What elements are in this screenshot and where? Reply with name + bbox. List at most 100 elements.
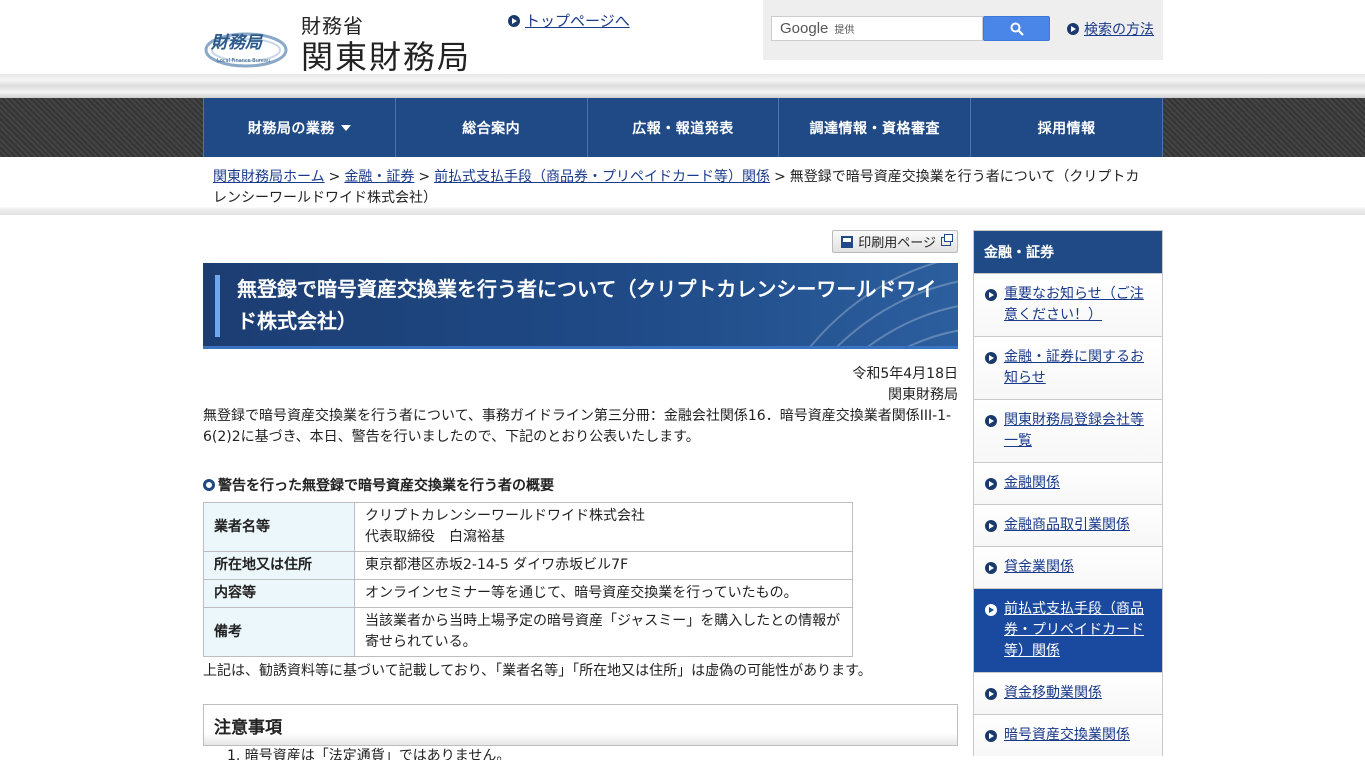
breadcrumb-finance[interactable]: 金融・証券: [344, 169, 414, 185]
provided-label: 提供: [834, 25, 855, 36]
table-header-cell: 内容等: [203, 579, 355, 608]
search-icon: [1010, 22, 1024, 36]
search-help-label[interactable]: 検索の方法: [1084, 19, 1154, 39]
breadcrumb-separator: >: [418, 169, 431, 185]
sidebar-item-crypto-exchange[interactable]: 暗号資産交換業関係: [974, 714, 1162, 756]
table-row: 所在地又は住所 東京都港区赤坂2-14-5 ダイワ赤坂ビル7F: [203, 551, 853, 580]
table-header-cell: 業者名等: [203, 502, 355, 552]
search-input[interactable]: Google 提供: [771, 16, 983, 41]
print-page-label: 印刷用ページ: [858, 236, 936, 251]
sidebar-item-fund-transfer[interactable]: 資金移動業関係: [974, 672, 1162, 714]
top-page-link[interactable]: トップページへ: [508, 10, 630, 31]
arrow-circle-icon: [508, 14, 520, 27]
site-header: 財務局 Local Finance Bureau 財務省 関東財務局 トップペー…: [0, 0, 1365, 98]
nav-item-procurement[interactable]: 調達情報・資格審査: [778, 98, 970, 157]
search-help-link[interactable]: 検索の方法: [1067, 19, 1154, 39]
sidebar-item-label[interactable]: 金融商品取引業関係: [1004, 517, 1130, 533]
chevron-down-icon: [340, 124, 351, 131]
table-row: 備考 当該業者から当時上場予定の暗号資産「ジャスミー」を購入したとの情報が寄せら…: [203, 607, 853, 657]
nav-item-recruitment[interactable]: 採用情報: [970, 98, 1163, 157]
arrow-circle-icon: [985, 478, 997, 490]
section-heading-text: 警告を行った無登録で暗号資産交換業を行う者の概要: [218, 478, 554, 494]
sidebar-item-label[interactable]: 関東財務局登録会社等一覧: [1004, 412, 1144, 449]
table-cell: 東京都港区赤坂2-14-5 ダイワ赤坂ビル7F: [354, 551, 853, 580]
arrow-circle-icon: [985, 289, 997, 301]
sidebar-item-prepaid[interactable]: 前払式支払手段（商品券・プリペイドカード等）関係: [974, 588, 1162, 672]
arrow-circle-icon: [985, 562, 997, 574]
page-title: 無登録で暗号資産交換業を行う者について（クリプトカレンシーワールドワイド株式会社…: [237, 277, 937, 333]
bureau-emblem-icon: 財務局 Local Finance Bureau: [204, 32, 288, 68]
page-title-box: 無登録で暗号資産交換業を行う者について（クリプトカレンシーワールドワイド株式会社…: [203, 263, 958, 349]
nav-item-general-info[interactable]: 総合案内: [394, 98, 587, 157]
intro-text: 無登録で暗号資産交換業を行う者について、事務ガイドライン第三分冊：金融会社関係1…: [203, 408, 952, 445]
arrow-circle-icon: [985, 520, 997, 532]
title-accent-bar: [215, 275, 220, 337]
sidebar-item-finance-news[interactable]: 金融・証券に関するお知らせ: [974, 336, 1162, 399]
sidebar-item-label[interactable]: 貸金業関係: [1004, 559, 1074, 575]
sidebar-item-label[interactable]: 前払式支払手段（商品券・プリペイドカード等）関係: [1004, 601, 1144, 659]
nav-item-label: 総合案内: [462, 120, 521, 137]
site-logo[interactable]: 財務局 Local Finance Bureau 財務省 関東財務局: [203, 10, 493, 76]
operator-summary-table: 業者名等 クリプトカレンシーワールドワイド株式会社 代表取締役 白瀉裕基 所在地…: [203, 502, 853, 657]
arrow-circle-icon: [985, 688, 997, 700]
sidebar-item-label[interactable]: 資金移動業関係: [1004, 685, 1102, 701]
arrow-circle-icon: [985, 604, 997, 616]
sidebar-item-registered-companies[interactable]: 関東財務局登録会社等一覧: [974, 399, 1162, 462]
nav-item-bureau-business[interactable]: 財務局の業務: [203, 98, 395, 157]
emblem-subtext: Local Finance Bureau: [217, 58, 270, 64]
cell-line: 代表取締役 白瀉裕基: [365, 529, 505, 545]
bullet-ring-icon: [203, 479, 215, 491]
sidebar-item-fiba[interactable]: 金融商品取引業関係: [974, 504, 1162, 546]
arrow-circle-icon: [985, 352, 997, 364]
table-note: 上記は、勧誘資料等に基づいて記載しており、「業者名等」「所在地又は住所」は虚偽の…: [203, 663, 872, 679]
issue-date: 令和5年4月18日: [852, 366, 958, 382]
breadcrumb-home[interactable]: 関東財務局ホーム: [213, 169, 325, 185]
search-area: Google 提供 検索の方法: [763, 0, 1163, 60]
breadcrumb: 関東財務局ホーム > 金融・証券 > 前払式支払手段（商品券・プリペイドカード等）関係 >…: [213, 167, 1153, 209]
breadcrumb-separator: >: [328, 169, 341, 185]
sidebar-item-label[interactable]: 暗号資産交換業関係: [1004, 727, 1130, 743]
sidebar-item-label[interactable]: 金融関係: [1004, 475, 1060, 491]
sidebar-item-money-lending[interactable]: 貸金業関係: [974, 546, 1162, 588]
breadcrumb-prepaid[interactable]: 前払式支払手段（商品券・プリペイドカード等）関係: [434, 169, 770, 185]
breadcrumb-band: 関東財務局ホーム > 金融・証券 > 前払式支払手段（商品券・プリペイドカード等）関係 >…: [0, 157, 1365, 215]
breadcrumb-separator: >: [774, 169, 786, 185]
arrow-circle-icon: [985, 415, 997, 427]
arrow-circle-icon: [985, 730, 997, 742]
global-nav-band: 財務局の業務 総合案内 広報・報道発表 調達情報・資格審査 採用情報: [0, 98, 1365, 157]
issue-info: 令和5年4月18日 関東財務局: [852, 364, 958, 406]
issuer: 関東財務局: [888, 387, 958, 403]
nav-item-label: 採用情報: [1037, 120, 1096, 137]
sidebar-item-important-notice[interactable]: 重要なお知らせ（ご注意ください！）: [974, 273, 1162, 336]
sidebar-item-label[interactable]: 重要なお知らせ（ご注意ください！）: [1004, 286, 1144, 323]
emblem-text: 財務局: [210, 33, 264, 53]
printer-icon: [841, 235, 854, 248]
sidebar: 金融・証券 重要なお知らせ（ご注意ください！） 金融・証券に関するお知らせ 関東…: [973, 230, 1163, 756]
sidebar-item-label[interactable]: 金融・証券に関するお知らせ: [1004, 349, 1144, 386]
caution-item: 1. 暗号資産は「法定通貨」ではありません。: [227, 748, 511, 760]
table-header-cell: 備考: [203, 607, 355, 657]
table-cell: 当該業者から当時上場予定の暗号資産「ジャスミー」を購入したとの情報が寄せられてい…: [354, 607, 853, 657]
nav-item-label: 広報・報道発表: [632, 120, 734, 137]
nav-item-press[interactable]: 広報・報道発表: [586, 98, 779, 157]
sidebar-item-finance[interactable]: 金融関係: [974, 462, 1162, 504]
print-page-button[interactable]: 印刷用ページ: [832, 230, 958, 253]
table-cell: クリプトカレンシーワールドワイド株式会社 代表取締役 白瀉裕基: [354, 502, 853, 552]
table-row: 内容等 オンラインセミナー等を通じて、暗号資産交換業を行っていたもの。: [203, 579, 853, 608]
nav-item-label: 調達情報・資格審査: [809, 120, 941, 137]
table-row: 業者名等 クリプトカレンシーワールドワイド株式会社 代表取締役 白瀉裕基: [203, 502, 853, 552]
caution-heading: 注意事項: [203, 704, 958, 746]
table-header-cell: 所在地又は住所: [203, 551, 355, 580]
arrow-circle-icon: [1067, 23, 1079, 35]
logo-bureau-name: 関東財務局: [301, 38, 472, 76]
google-label: Google: [780, 20, 829, 37]
search-button[interactable]: [983, 16, 1050, 41]
new-window-icon: [941, 234, 953, 246]
table-cell: オンラインセミナー等を通じて、暗号資産交換業を行っていたもの。: [354, 579, 853, 608]
section-heading: 警告を行った無登録で暗号資産交換業を行う者の概要: [203, 475, 554, 495]
top-page-link-label[interactable]: トップページへ: [525, 10, 630, 31]
sidebar-heading: 金融・証券: [974, 231, 1162, 273]
cell-line: クリプトカレンシーワールドワイド株式会社: [365, 508, 645, 524]
global-nav: 財務局の業務 総合案内 広報・報道発表 調達情報・資格審査 採用情報: [203, 98, 1163, 157]
nav-item-label: 財務局の業務: [247, 120, 335, 137]
